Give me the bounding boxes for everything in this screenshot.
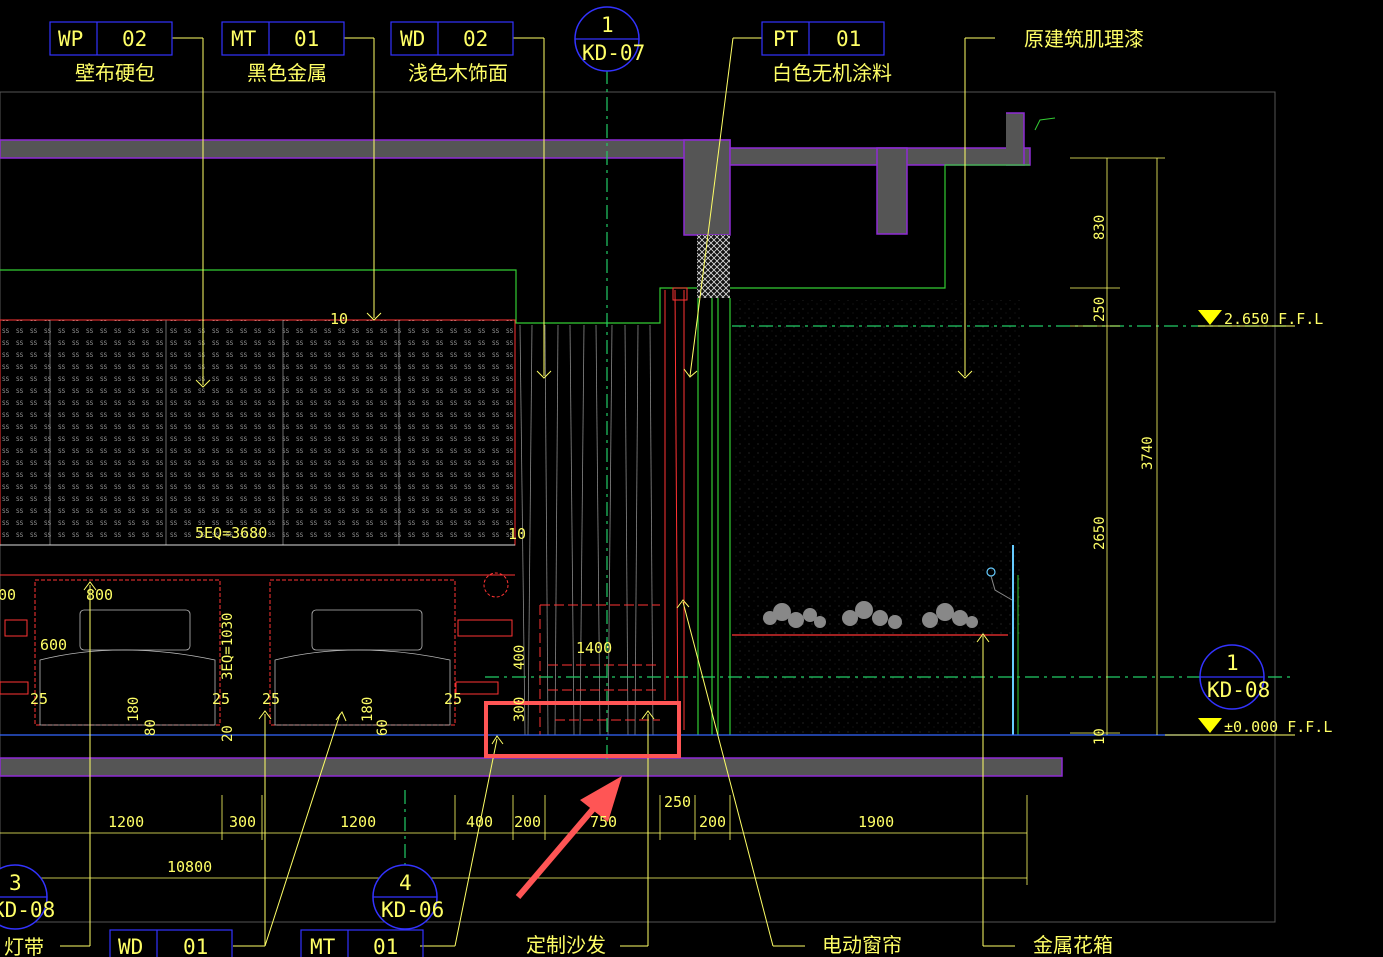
tag-desc: 浅色木饰面 — [408, 61, 508, 85]
section-num: 3 — [9, 871, 22, 895]
floor-slab — [0, 757, 1063, 777]
dim-text: 200 — [514, 813, 541, 831]
dim-text: 5EQ=3680 — [195, 524, 267, 542]
dim-text: 400 — [512, 645, 528, 670]
dim-text: 10 — [330, 310, 348, 328]
dim-text: 00 — [0, 586, 16, 604]
tag-code: WP — [58, 27, 83, 51]
dim-text: 400 — [466, 813, 493, 831]
pointer-arrow — [515, 776, 622, 899]
sofa-cushions — [39, 609, 451, 726]
tag-desc: 白色无机涂料 — [772, 61, 892, 85]
section-num: 1 — [1226, 651, 1239, 675]
tag-num: 02 — [463, 27, 488, 51]
dim-text: 1400 — [576, 639, 612, 657]
level-upper-label: 2.650 F.F.L — [1224, 310, 1323, 328]
section-ref: KD-06 — [381, 898, 444, 922]
section-ref: KD-07 — [582, 41, 645, 65]
dim-text: 1200 — [108, 813, 144, 831]
dim-text: 25 — [262, 690, 280, 708]
section-ref: KD-08 — [1207, 678, 1270, 702]
bottom-labels: 灯带 WD 01 MT 01 定制沙发 电动窗帘 金属花箱 — [4, 933, 1113, 957]
tag-desc: 壁布硬包 — [75, 61, 155, 85]
note-texture-paint: 原建筑肌理漆 — [1024, 27, 1144, 51]
dim-text: 80 — [143, 719, 159, 736]
tag-num: 01 — [294, 27, 319, 51]
architectural-texture-wall — [732, 300, 1022, 634]
dim-text: 830 — [1092, 215, 1108, 240]
dim-text: 3EQ=1030 — [220, 613, 236, 680]
fabric-wall-panel — [0, 319, 516, 546]
metal-planter-label: 金属花箱 — [1033, 933, 1113, 957]
dim-text: 10 — [508, 525, 526, 543]
light-strip-label: 灯带 — [4, 935, 44, 957]
dim-text: 25 — [30, 690, 48, 708]
dim-text: 3740 — [1140, 436, 1156, 470]
tag-num: 02 — [122, 27, 147, 51]
custom-sofa-label: 定制沙发 — [526, 933, 606, 957]
level-lower-label: ±0.000 F.F.L — [1224, 718, 1332, 736]
tag-num: 01 — [836, 27, 861, 51]
dim-text: 20 — [220, 725, 236, 742]
dim-text: 2650 — [1092, 516, 1108, 550]
dim-text: 25 — [444, 690, 462, 708]
dim-text: 180 — [126, 697, 142, 722]
wd-num: 01 — [183, 935, 208, 957]
dim-text: 800 — [86, 586, 113, 604]
electric-curtain-label: 电动窗帘 — [822, 933, 902, 957]
dim-text: 180 — [360, 697, 376, 722]
mt-num: 01 — [373, 935, 398, 957]
dim-text: 60 — [375, 719, 391, 736]
dim-text: 750 — [590, 813, 617, 831]
dim-total: 10800 — [167, 858, 212, 876]
bottom-dimension-texts: 1200 300 1200 400 200 750 250 200 1900 1… — [108, 793, 894, 876]
elevation-drawing: SS — [0, 6, 1332, 957]
section-ref: KD-08 — [0, 898, 55, 922]
dim-text: 600 — [40, 636, 67, 654]
dim-text: 250 — [1092, 297, 1108, 322]
vertical-dimension-texts: 830 250 3740 2650 10 — [1092, 215, 1156, 745]
tag-code: WD — [400, 27, 425, 51]
section-num: 4 — [399, 871, 412, 895]
dim-text: 10 — [1092, 728, 1108, 745]
dim-text: 250 — [664, 793, 691, 811]
mt-code: MT — [310, 935, 336, 957]
level-marker-upper — [1198, 310, 1222, 325]
curtain-lines — [519, 324, 654, 736]
wd-code: WD — [118, 935, 143, 957]
dim-text: 300 — [229, 813, 256, 831]
tag-code: PT — [773, 27, 799, 51]
dim-text: 300 — [512, 697, 528, 722]
section-num: 1 — [601, 13, 614, 37]
curtain-motor-lines — [664, 287, 688, 731]
tag-desc: 黑色金属 — [247, 61, 327, 85]
dim-text: 25 — [212, 690, 230, 708]
dim-text: 1900 — [858, 813, 894, 831]
tag-code: MT — [231, 27, 257, 51]
dim-text: 1200 — [340, 813, 376, 831]
level-marker-lower — [1198, 718, 1222, 733]
dim-text: 200 — [699, 813, 726, 831]
